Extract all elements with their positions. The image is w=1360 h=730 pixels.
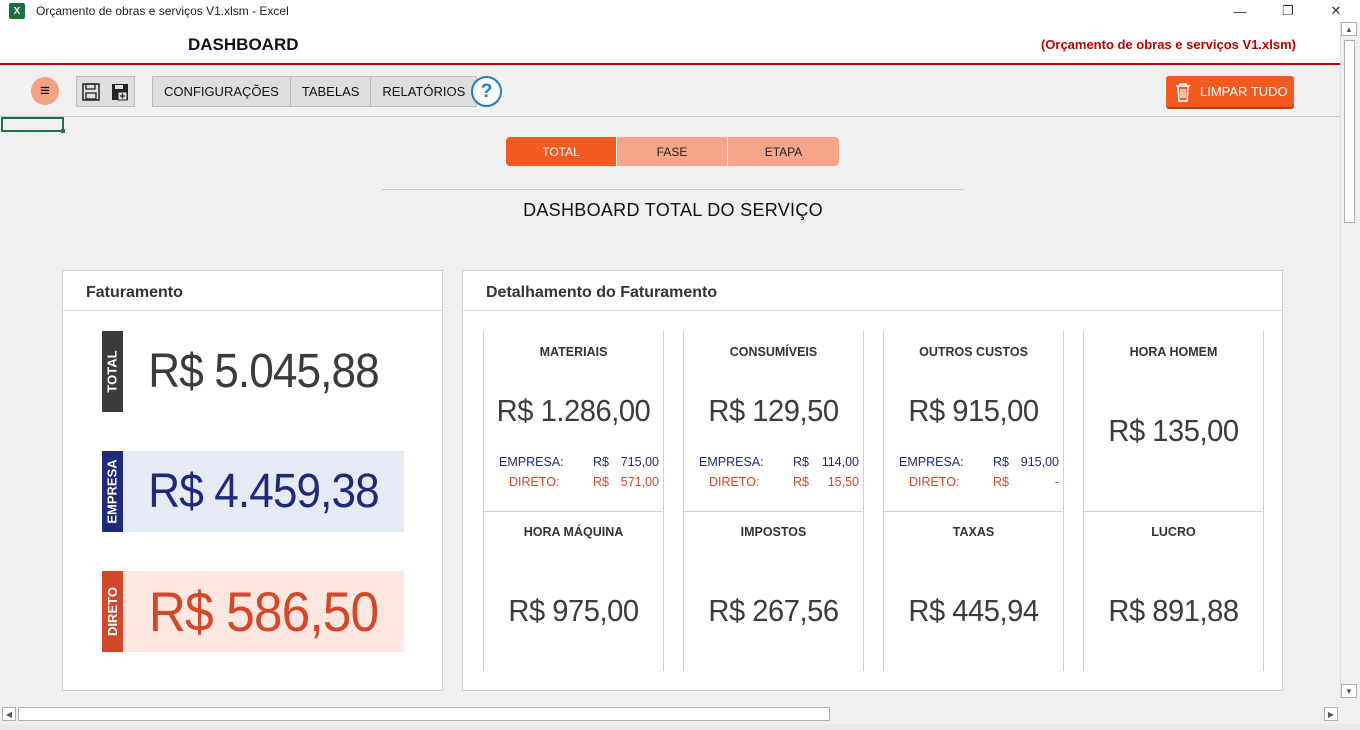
restore-button[interactable]: ❐ (1264, 0, 1312, 22)
card-direto-line: DIRETO: R$ 571,00 (509, 475, 659, 489)
card-title: MATERIAIS (539, 345, 608, 359)
card-value: R$ 135,00 (1108, 413, 1239, 448)
card-value: R$ 1.286,00 (496, 393, 651, 428)
trash-icon (1176, 82, 1190, 102)
clear-all-label: LIMPAR TUDO (1200, 84, 1288, 99)
card-title: LUCRO (1151, 525, 1196, 539)
save-icon (82, 82, 100, 101)
card-title: IMPOSTOS (740, 525, 807, 539)
scroll-down-icon[interactable]: ▼ (1341, 684, 1357, 698)
card-title: HORA MÁQUINA (523, 525, 624, 539)
relatorios-button[interactable]: RELATÓRIOS (371, 77, 476, 106)
save-as-button[interactable] (110, 82, 130, 102)
card-impostos: IMPOSTOS R$ 267,56 (683, 511, 864, 671)
tab-fase[interactable]: FASE (617, 137, 728, 166)
dashboard-header: DASHBOARD (Orçamento de obras e serviços… (0, 22, 1340, 65)
scroll-left-icon[interactable]: ◀ (2, 707, 16, 721)
card-materiais: MATERIAIS R$ 1.286,00 EMPRESA: R$ 715,00 D… (483, 331, 664, 512)
vertical-scrollbar[interactable]: ▲ ▼ (1340, 22, 1357, 698)
card-title: TAXAS (952, 525, 995, 539)
card-direto-line: DIRETO: R$ - (909, 475, 1059, 489)
menu-button[interactable]: ≡ (31, 77, 59, 105)
card-title: CONSUMÍVEIS (729, 345, 818, 359)
total-tag: TOTAL (102, 331, 123, 412)
save-group (76, 76, 135, 107)
tabelas-button[interactable]: TABELAS (291, 77, 372, 106)
faturamento-direto-row: DIRETO R$ 586,50 (102, 571, 404, 652)
card-empresa-line: EMPRESA: R$ 915,00 (899, 455, 1059, 469)
card-value: R$ 915,00 (908, 393, 1039, 428)
window-titlebar: X Orçamento de obras e serviços V1.xlsm … (0, 0, 1360, 22)
card-taxas: TAXAS R$ 445,94 (883, 511, 1064, 671)
detalhamento-panel: Detalhamento do Faturamento MATERIAIS R$… (462, 270, 1283, 691)
window-title: Orçamento de obras e serviços V1.xlsm - … (36, 4, 289, 18)
divider (382, 189, 964, 190)
card-direto-line: DIRETO: R$ 15,50 (709, 475, 859, 489)
excel-icon: X (9, 3, 25, 19)
empresa-tag: EMPRESA (102, 451, 123, 532)
save-as-icon (111, 83, 128, 100)
help-button[interactable]: ? (471, 76, 502, 107)
card-hora-homem: HORA HOMEM R$ 135,00 (1083, 331, 1264, 512)
faturamento-panel: Faturamento TOTAL R$ 5.045,88 EMPRESA R$… (62, 270, 443, 691)
scroll-right-icon[interactable]: ▶ (1324, 707, 1338, 721)
direto-value: R$ 586,50 (148, 580, 379, 643)
card-value: R$ 891,88 (1108, 593, 1239, 628)
card-value: R$ 975,00 (508, 593, 639, 628)
toolbar: ≡ CONFIGURAÇÕES TABELAS RELATÓRIOS ? LIM… (0, 65, 1340, 117)
card-outros-custos: OUTROS CUSTOS R$ 915,00 EMPRESA: R$ 915,00… (883, 331, 1064, 512)
faturamento-empresa-row: EMPRESA R$ 4.459,38 (102, 451, 404, 532)
hamburger-icon: ≡ (40, 81, 50, 100)
detalhamento-title: Detalhamento do Faturamento (463, 271, 1282, 311)
faturamento-total-row: TOTAL R$ 5.045,88 (102, 331, 404, 412)
direto-tag: DIRETO (102, 571, 123, 652)
nav-group: CONFIGURAÇÕES TABELAS RELATÓRIOS (152, 76, 478, 107)
card-value: R$ 267,56 (708, 593, 839, 628)
card-empresa-line: EMPRESA: R$ 715,00 (499, 455, 659, 469)
tab-etapa[interactable]: ETAPA (728, 137, 839, 166)
scroll-up-icon[interactable]: ▲ (1341, 22, 1357, 36)
file-name-label: (Orçamento de obras e serviços V1.xlsm) (1040, 37, 1296, 52)
clear-all-button[interactable]: LIMPAR TUDO (1166, 76, 1294, 107)
selected-cell[interactable] (1, 117, 65, 133)
card-hora-maquina: HORA MÁQUINA R$ 975,00 (483, 511, 664, 671)
close-button[interactable]: ✕ (1312, 0, 1360, 22)
total-value: R$ 5.045,88 (148, 345, 379, 398)
save-button[interactable] (81, 82, 101, 102)
page-title: DASHBOARD (188, 35, 299, 54)
configuracoes-button[interactable]: CONFIGURAÇÕES (153, 77, 291, 106)
card-empresa-line: EMPRESA: R$ 114,00 (699, 455, 859, 469)
status-strip (0, 724, 1360, 730)
faturamento-title: Faturamento (63, 271, 442, 311)
card-consumiveis: CONSUMÍVEIS R$ 129,50 EMPRESA: R$ 114,00 D… (683, 331, 864, 512)
window-controls: — ❐ ✕ (1216, 0, 1360, 22)
card-title: OUTROS CUSTOS (919, 345, 1028, 359)
empresa-value: R$ 4.459,38 (148, 465, 379, 518)
vertical-scroll-thumb[interactable] (1344, 40, 1355, 223)
section-title: DASHBOARD TOTAL DO SERVIÇO (523, 200, 823, 220)
tab-total[interactable]: TOTAL (506, 137, 617, 166)
horizontal-scroll-thumb[interactable] (18, 707, 830, 721)
help-icon: ? (480, 80, 493, 102)
view-tabs: TOTAL FASE ETAPA (506, 137, 839, 166)
card-value: R$ 129,50 (708, 393, 839, 428)
card-title: HORA HOMEM (1129, 345, 1218, 359)
minimize-button[interactable]: — (1216, 0, 1264, 22)
card-value: R$ 445,94 (908, 593, 1039, 628)
horizontal-scrollbar[interactable]: ◀ ▶ (2, 706, 1338, 722)
card-lucro: LUCRO R$ 891,88 (1083, 511, 1264, 671)
